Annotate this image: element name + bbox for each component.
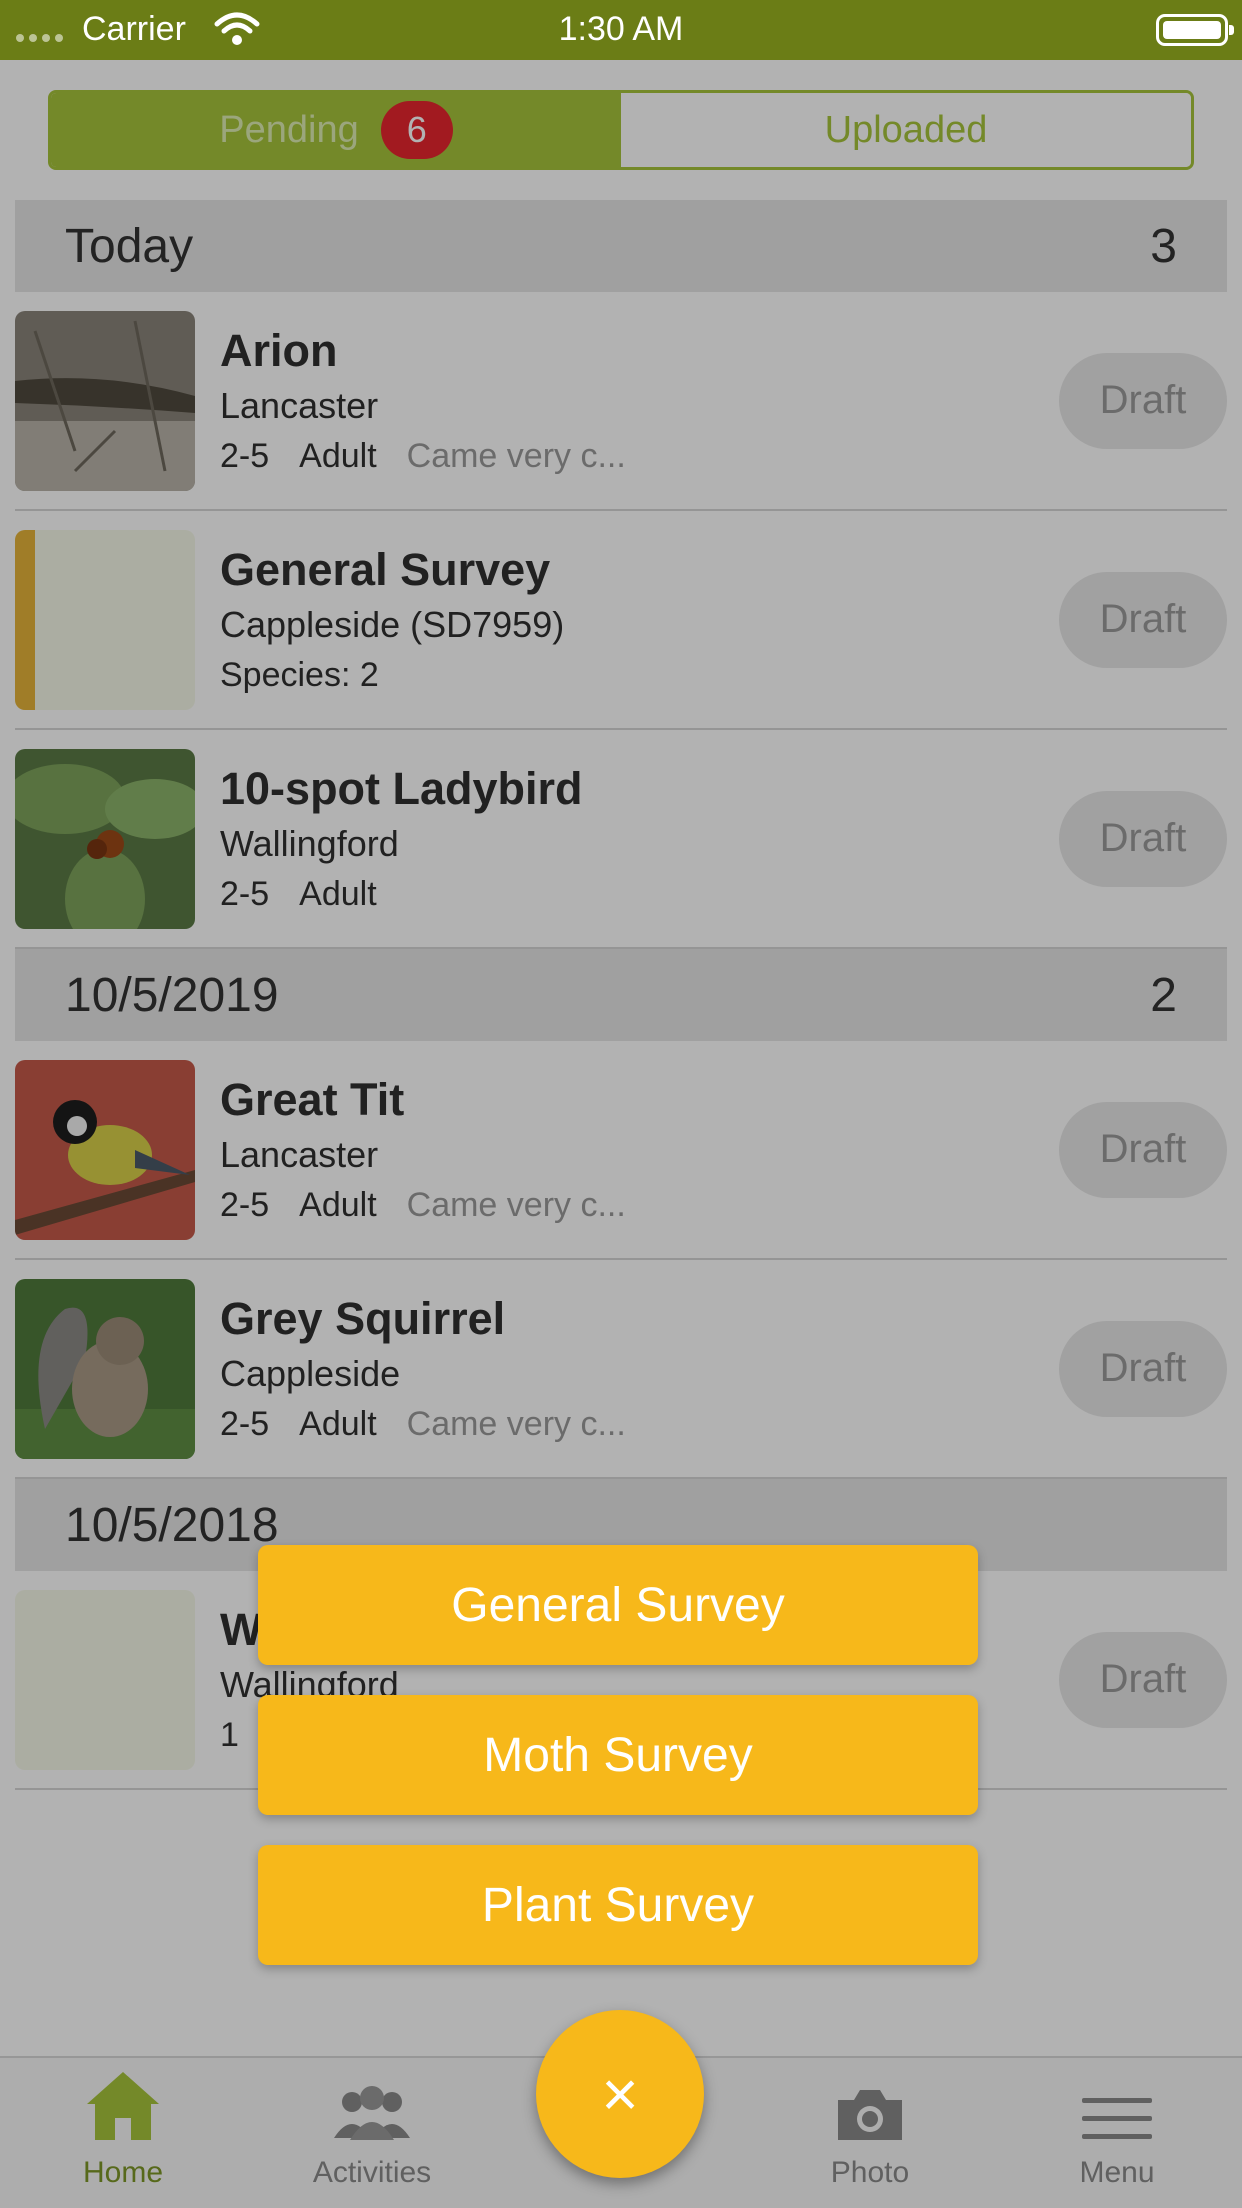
status-time: 1:30 AM [558,10,684,48]
close-icon: × [601,2058,639,2130]
general-survey-button[interactable]: General Survey [258,1545,978,1665]
plant-survey-button[interactable]: Plant Survey [258,1845,978,1965]
moth-survey-button[interactable]: Moth Survey [258,1695,978,1815]
close-fab-button[interactable]: × [536,2010,704,2178]
battery-icon [1156,14,1234,46]
status-bar: Carrier 1:30 AM [0,0,1242,60]
